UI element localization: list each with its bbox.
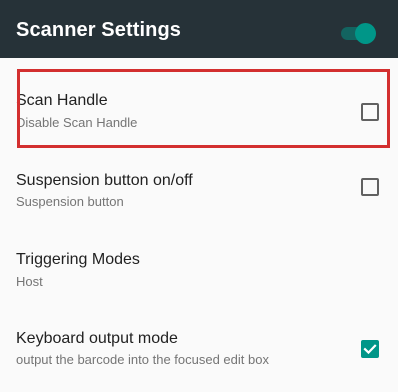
app-bar: Scanner Settings (0, 0, 398, 58)
setting-scan-handle[interactable]: Scan Handle Disable Scan Handle (0, 74, 398, 148)
keyboard-output-checkbox[interactable] (361, 340, 379, 358)
setting-title: Triggering Modes (16, 251, 140, 268)
master-toggle-switch[interactable] (341, 23, 376, 44)
setting-keyboard-output-mode[interactable]: Keyboard output mode output the barcode … (0, 310, 398, 392)
setting-summary: Suspension button (16, 194, 124, 209)
switch-thumb (355, 23, 376, 44)
page-title: Scanner Settings (16, 19, 181, 41)
check-icon (361, 340, 379, 358)
setting-title: Keyboard output mode (16, 330, 178, 347)
setting-title: Scan Handle (16, 92, 108, 109)
setting-summary: Disable Scan Handle (16, 115, 138, 130)
scan-handle-checkbox[interactable] (361, 103, 379, 121)
setting-summary: Host (16, 274, 43, 289)
setting-suspension-button[interactable]: Suspension button on/off Suspension butt… (0, 152, 398, 230)
setting-summary: output the barcode into the focused edit… (16, 352, 269, 367)
suspension-button-checkbox[interactable] (361, 178, 379, 196)
setting-triggering-modes[interactable]: Triggering Modes Host (0, 230, 398, 308)
setting-title: Suspension button on/off (16, 172, 193, 189)
